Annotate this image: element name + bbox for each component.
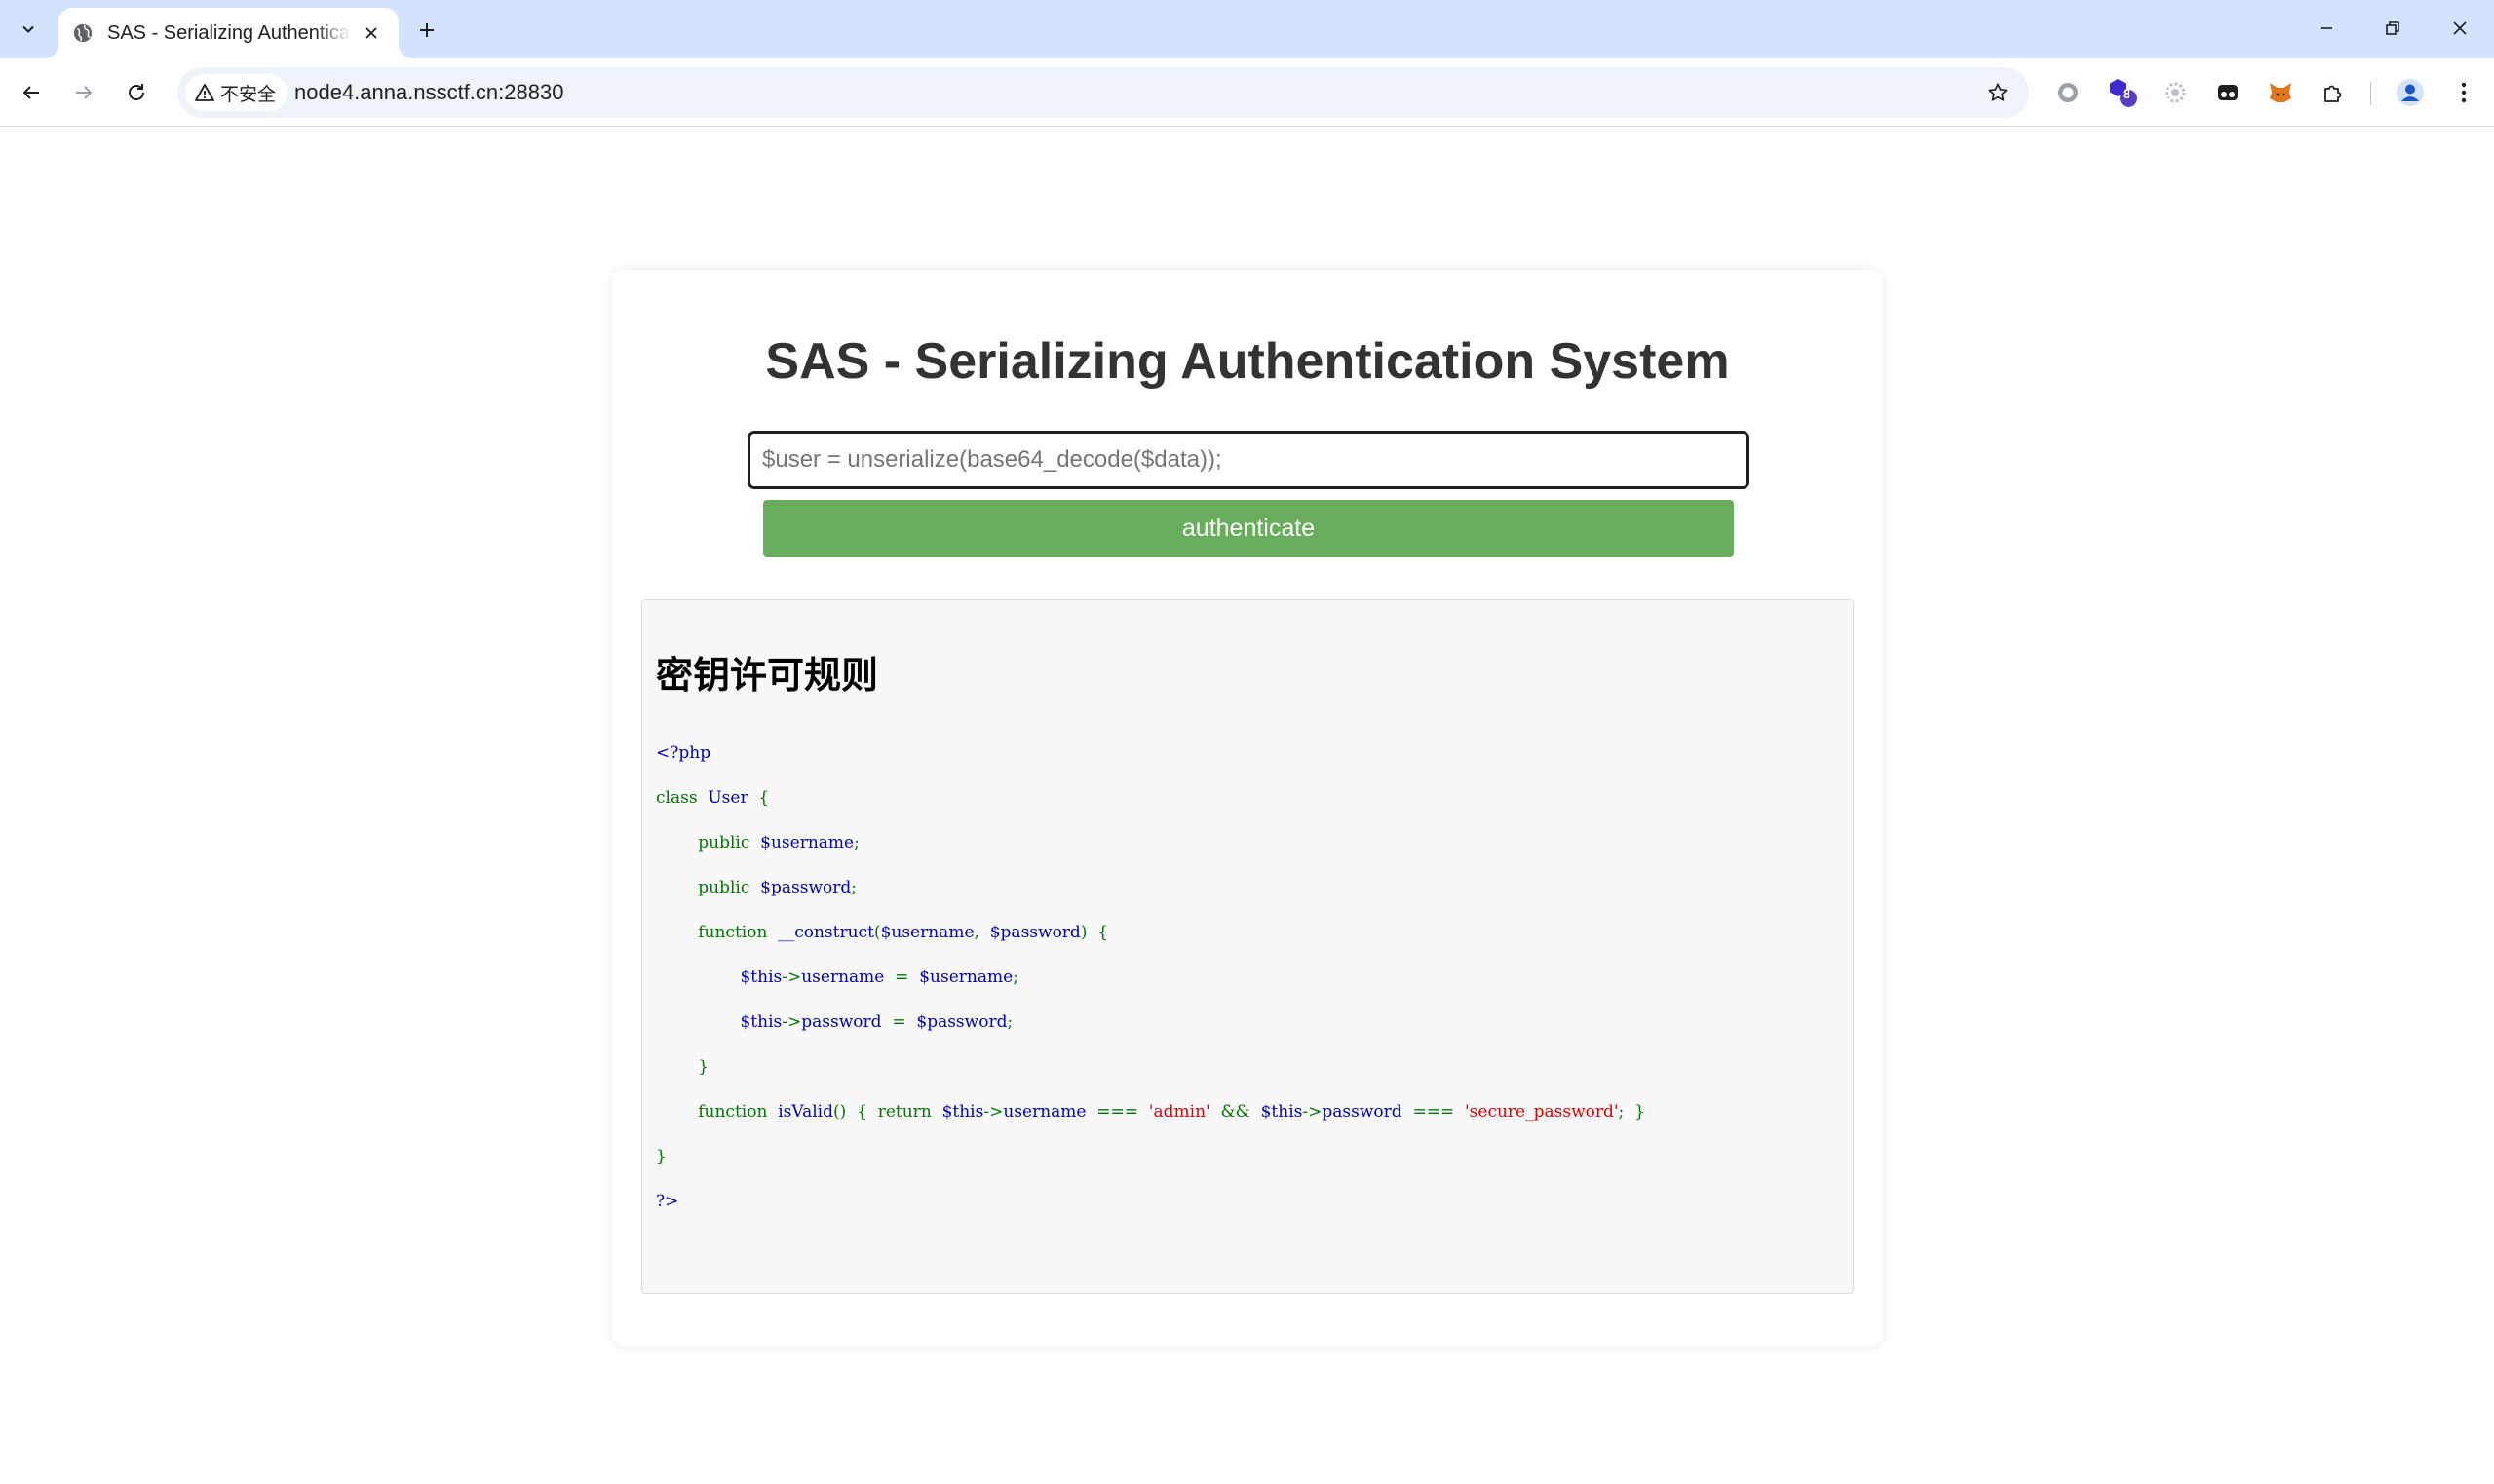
minimize-icon xyxy=(2321,27,2332,29)
extension-incognito-button[interactable] xyxy=(2208,73,2247,112)
extension-hexagon-button[interactable]: 8 xyxy=(2103,73,2142,112)
chevron-down-icon xyxy=(22,25,34,33)
new-tab-button[interactable] xyxy=(409,14,444,47)
license-rules-panel: 密钥许可规则 <?php class User { public $userna… xyxy=(641,599,1854,1294)
extension-settings-button[interactable] xyxy=(2156,73,2195,112)
minimize-button[interactable] xyxy=(2293,0,2360,57)
php-source-code: <?php class User { public $username; pub… xyxy=(656,731,1645,1224)
browser-menu-button[interactable] xyxy=(2444,73,2483,112)
window-close-button[interactable] xyxy=(2427,0,2493,57)
code-line: public $username; xyxy=(698,833,860,853)
profile-icon xyxy=(2397,79,2424,106)
browser-titlebar: SAS - Serializing Authenticati xyxy=(0,0,2494,58)
reload-icon xyxy=(129,84,144,100)
code-line: $this->username = $username; xyxy=(740,968,1018,987)
tab-title: SAS - Serializing Authenticati xyxy=(107,21,351,44)
close-icon xyxy=(365,27,377,39)
warning-icon xyxy=(195,84,214,101)
kebab-menu-icon xyxy=(2461,82,2467,103)
puzzle-icon xyxy=(2324,85,2342,102)
forward-arrow-icon xyxy=(76,86,93,99)
tab-search-button[interactable] xyxy=(12,14,45,45)
fox-icon xyxy=(2270,83,2291,102)
address-bar[interactable]: 不安全 node4.anna.nssctf.cn:28830 xyxy=(177,67,2029,118)
restore-icon xyxy=(2386,21,2399,35)
url-text[interactable]: node4.anna.nssctf.cn:28830 xyxy=(294,67,563,118)
extension-record-button[interactable] xyxy=(2049,73,2088,112)
incognito-icon xyxy=(2218,85,2238,100)
auth-card: SAS - Serializing Authentication System … xyxy=(612,270,1883,1347)
serialized-data-input[interactable] xyxy=(748,431,1749,489)
reload-button[interactable] xyxy=(115,71,158,114)
window-close-icon xyxy=(2453,21,2467,35)
browser-toolbar: 不安全 node4.anna.nssctf.cn:28830 8 xyxy=(0,58,2494,127)
code-line: function __construct($username, $passwor… xyxy=(698,923,1109,942)
code-line: } xyxy=(656,1147,667,1166)
profile-button[interactable] xyxy=(2391,73,2430,112)
code-line: public $password; xyxy=(698,878,857,897)
browser-tab-active[interactable]: SAS - Serializing Authenticati xyxy=(58,8,399,58)
extensions-menu-button[interactable] xyxy=(2314,73,2353,112)
code-line: class User { xyxy=(656,788,770,808)
restore-button[interactable] xyxy=(2360,0,2426,57)
code-line: $this->password = $password; xyxy=(740,1012,1014,1032)
web-page: SAS - Serializing Authentication System … xyxy=(0,128,2494,1484)
tab-close-button[interactable] xyxy=(358,19,385,47)
gear-icon xyxy=(2165,82,2186,103)
star-icon xyxy=(1988,83,2008,101)
globe-icon xyxy=(73,23,93,43)
record-icon xyxy=(2058,83,2078,102)
toolbar-divider xyxy=(2370,82,2371,105)
bookmark-button[interactable] xyxy=(1980,75,2015,110)
security-indicator[interactable]: 不安全 xyxy=(185,74,288,111)
code-line: <?php xyxy=(656,743,711,763)
security-label: 不安全 xyxy=(220,84,277,105)
page-title: SAS - Serializing Authentication System xyxy=(765,333,1730,390)
code-line: } xyxy=(698,1057,710,1077)
back-arrow-icon xyxy=(22,86,39,99)
authenticate-button[interactable]: authenticate xyxy=(763,500,1734,557)
extension-badge: 8 xyxy=(2123,86,2130,101)
extension-metamask-button[interactable] xyxy=(2261,73,2300,112)
back-button[interactable] xyxy=(10,71,53,114)
forward-button[interactable] xyxy=(62,71,105,114)
plus-icon xyxy=(420,23,434,37)
rules-heading: 密钥许可规则 xyxy=(656,654,879,697)
code-line: function isValid() { return $this->usern… xyxy=(698,1102,1645,1122)
code-line: ?> xyxy=(656,1192,679,1211)
